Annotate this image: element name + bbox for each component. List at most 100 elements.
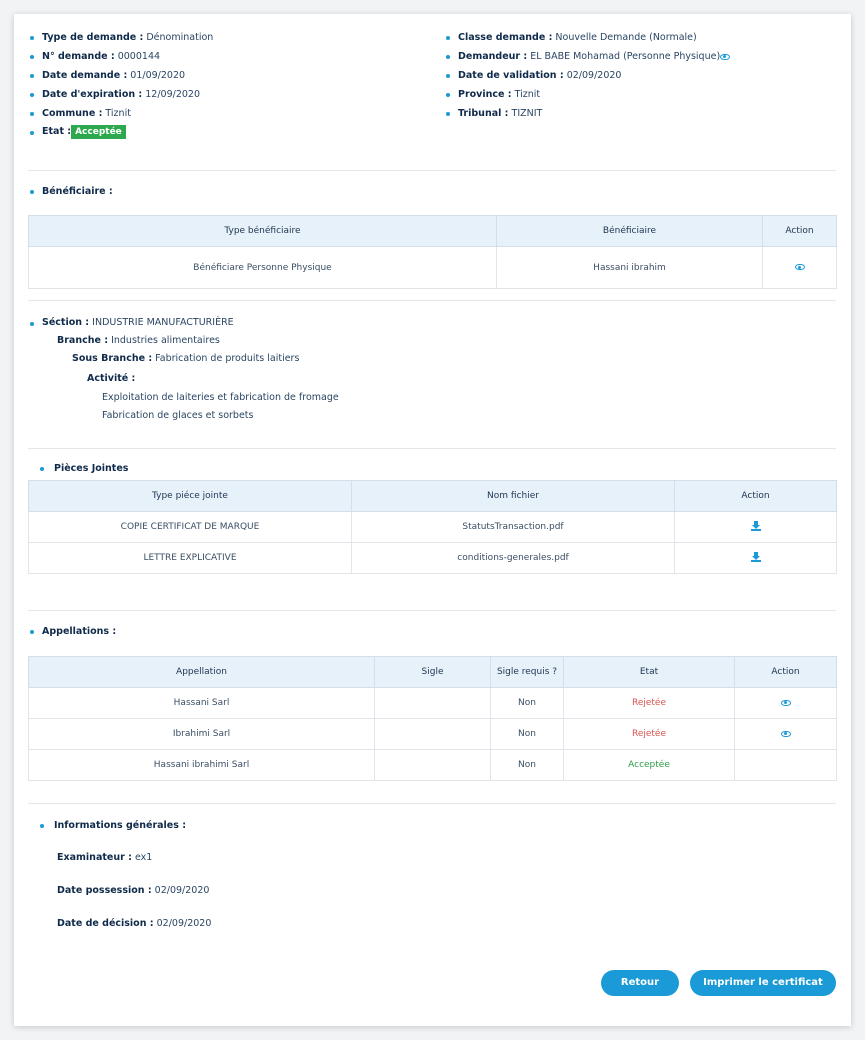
table-row: Hassani Sarl Non Rejetée: [28, 687, 837, 719]
bullet-icon: [30, 131, 34, 135]
piece-file-cell: StatutsTransaction.pdf: [351, 511, 675, 543]
detail-etat: Etat : Acceptée: [42, 125, 126, 139]
column-header: Appellation: [28, 656, 375, 688]
column-header: Action: [762, 215, 837, 247]
bullet-icon: [30, 36, 34, 40]
activite-item: Exploitation de laiteries et fabrication…: [102, 392, 339, 403]
table-row: LETTRE EXPLICATIVE conditions-generales.…: [28, 542, 837, 574]
date-possession-row: Date possession : 02/09/2020: [57, 885, 210, 896]
bullet-icon: [30, 630, 34, 634]
eye-icon[interactable]: [794, 264, 805, 270]
detail-demandeur: Demandeur : EL BABE Mohamad (Personne Ph…: [458, 51, 731, 62]
infos-title: Informations générales :: [54, 820, 187, 831]
action-cell: [734, 687, 837, 719]
column-header: Bénéficiaire: [496, 215, 763, 247]
divider: [28, 448, 836, 449]
divider: [28, 610, 836, 611]
bullet-icon: [446, 112, 450, 116]
detail-classe-demande: Classe demande : Nouvelle Demande (Norma…: [458, 32, 697, 43]
download-icon[interactable]: [750, 551, 761, 562]
bullet-icon: [40, 467, 44, 471]
sigle-cell: [374, 718, 491, 750]
imprimer-certificat-button[interactable]: Imprimer le certificat: [690, 970, 836, 996]
action-cell: [674, 542, 837, 574]
action-cell: [674, 511, 837, 543]
detail-tribunal: Tribunal : TIZNIT: [458, 108, 543, 119]
bullet-icon: [446, 55, 450, 59]
column-header: Sigle: [374, 656, 491, 688]
bullet-icon: [30, 112, 34, 116]
column-header: Action: [674, 480, 837, 512]
appellation-cell: Hassani Sarl: [28, 687, 375, 719]
detail-date-expiration: Date d'expiration : 12/09/2020: [42, 89, 201, 100]
beneficiaire-name-cell: Hassani ibrahim: [496, 246, 763, 289]
retour-button[interactable]: Retour: [601, 970, 679, 996]
pieces-title: Pièces Jointes: [54, 463, 129, 474]
download-icon[interactable]: [750, 520, 761, 531]
beneficiaire-type-cell: Bénéficiare Personne Physique: [28, 246, 497, 289]
etat-cell: Rejetée: [563, 687, 735, 719]
eye-icon[interactable]: [720, 53, 731, 60]
bullet-icon: [446, 36, 450, 40]
bullet-icon: [30, 322, 34, 326]
detail-date-demande: Date demande : 01/09/2020: [42, 70, 186, 81]
action-cell: [734, 749, 837, 781]
table-row: Bénéficiare Personne Physique Hassani ib…: [28, 246, 837, 289]
detail-numero-demande: N° demande : 0000144: [42, 51, 161, 62]
table-header-row: Appellation Sigle Sigle requis ? Etat Ac…: [28, 656, 837, 688]
piece-type-cell: LETTRE EXPLICATIVE: [28, 542, 352, 574]
table-header-row: Type bénéficiaire Bénéficiaire Action: [28, 215, 837, 247]
bullet-icon: [30, 74, 34, 78]
eye-icon[interactable]: [780, 730, 791, 737]
bullet-icon: [446, 93, 450, 97]
sigle-cell: [374, 687, 491, 719]
table-row: Hassani ibrahimi Sarl Non Acceptée: [28, 749, 837, 781]
bullet-icon: [30, 190, 34, 194]
status-badge: Acceptée: [71, 125, 126, 139]
sous-branche-row: Sous Branche : Fabrication de produits l…: [72, 353, 300, 364]
piece-file-cell: conditions-generales.pdf: [351, 542, 675, 574]
sigle-requis-cell: Non: [490, 718, 564, 750]
bullet-icon: [446, 74, 450, 78]
sigle-cell: [374, 749, 491, 781]
column-header: Nom fichier: [351, 480, 675, 512]
piece-type-cell: COPIE CERTIFICAT DE MARQUE: [28, 511, 352, 543]
bullet-icon: [30, 93, 34, 97]
detail-commune: Commune : Tiznit: [42, 108, 131, 119]
sigle-requis-cell: Non: [490, 687, 564, 719]
detail-province: Province : Tiznit: [458, 89, 541, 100]
column-header: Type piéce jointe: [28, 480, 352, 512]
column-header: Action: [734, 656, 837, 688]
appellations-table: Appellation Sigle Sigle requis ? Etat Ac…: [28, 656, 837, 781]
beneficiaire-table: Type bénéficiaire Bénéficiaire Action Bé…: [28, 215, 837, 289]
column-header: Etat: [563, 656, 735, 688]
beneficiaire-title: Bénéficiaire :: [42, 186, 113, 197]
divider: [28, 803, 836, 804]
activite-row: Activité :: [87, 373, 136, 384]
action-cell: [762, 246, 837, 289]
section-row: Séction : INDUSTRIE MANUFACTURIÈRE: [42, 317, 234, 328]
examinateur-row: Examinateur : ex1: [57, 852, 153, 863]
divider: [28, 170, 836, 171]
bullet-icon: [40, 824, 44, 828]
table-row: COPIE CERTIFICAT DE MARQUE StatutsTransa…: [28, 511, 837, 543]
pieces-table: Type piéce jointe Nom fichier Action COP…: [28, 480, 837, 574]
eye-icon[interactable]: [780, 699, 791, 706]
detail-type-demande: Type de demande : Dénomination: [42, 32, 214, 43]
detail-date-validation: Date de validation : 02/09/2020: [458, 70, 622, 81]
etat-cell: Rejetée: [563, 718, 735, 750]
table-row: Ibrahimi Sarl Non Rejetée: [28, 718, 837, 750]
action-cell: [734, 718, 837, 750]
branche-row: Branche : Industries alimentaires: [57, 335, 220, 346]
date-decision-row: Date de décision : 02/09/2020: [57, 918, 212, 929]
table-header-row: Type piéce jointe Nom fichier Action: [28, 480, 837, 512]
bullet-icon: [30, 55, 34, 59]
divider: [28, 300, 836, 301]
column-header: Type bénéficiaire: [28, 215, 497, 247]
appellation-cell: Hassani ibrahimi Sarl: [28, 749, 375, 781]
etat-cell: Acceptée: [563, 749, 735, 781]
sigle-requis-cell: Non: [490, 749, 564, 781]
appellations-title: Appellations :: [42, 626, 117, 637]
appellation-cell: Ibrahimi Sarl: [28, 718, 375, 750]
column-header: Sigle requis ?: [490, 656, 564, 688]
